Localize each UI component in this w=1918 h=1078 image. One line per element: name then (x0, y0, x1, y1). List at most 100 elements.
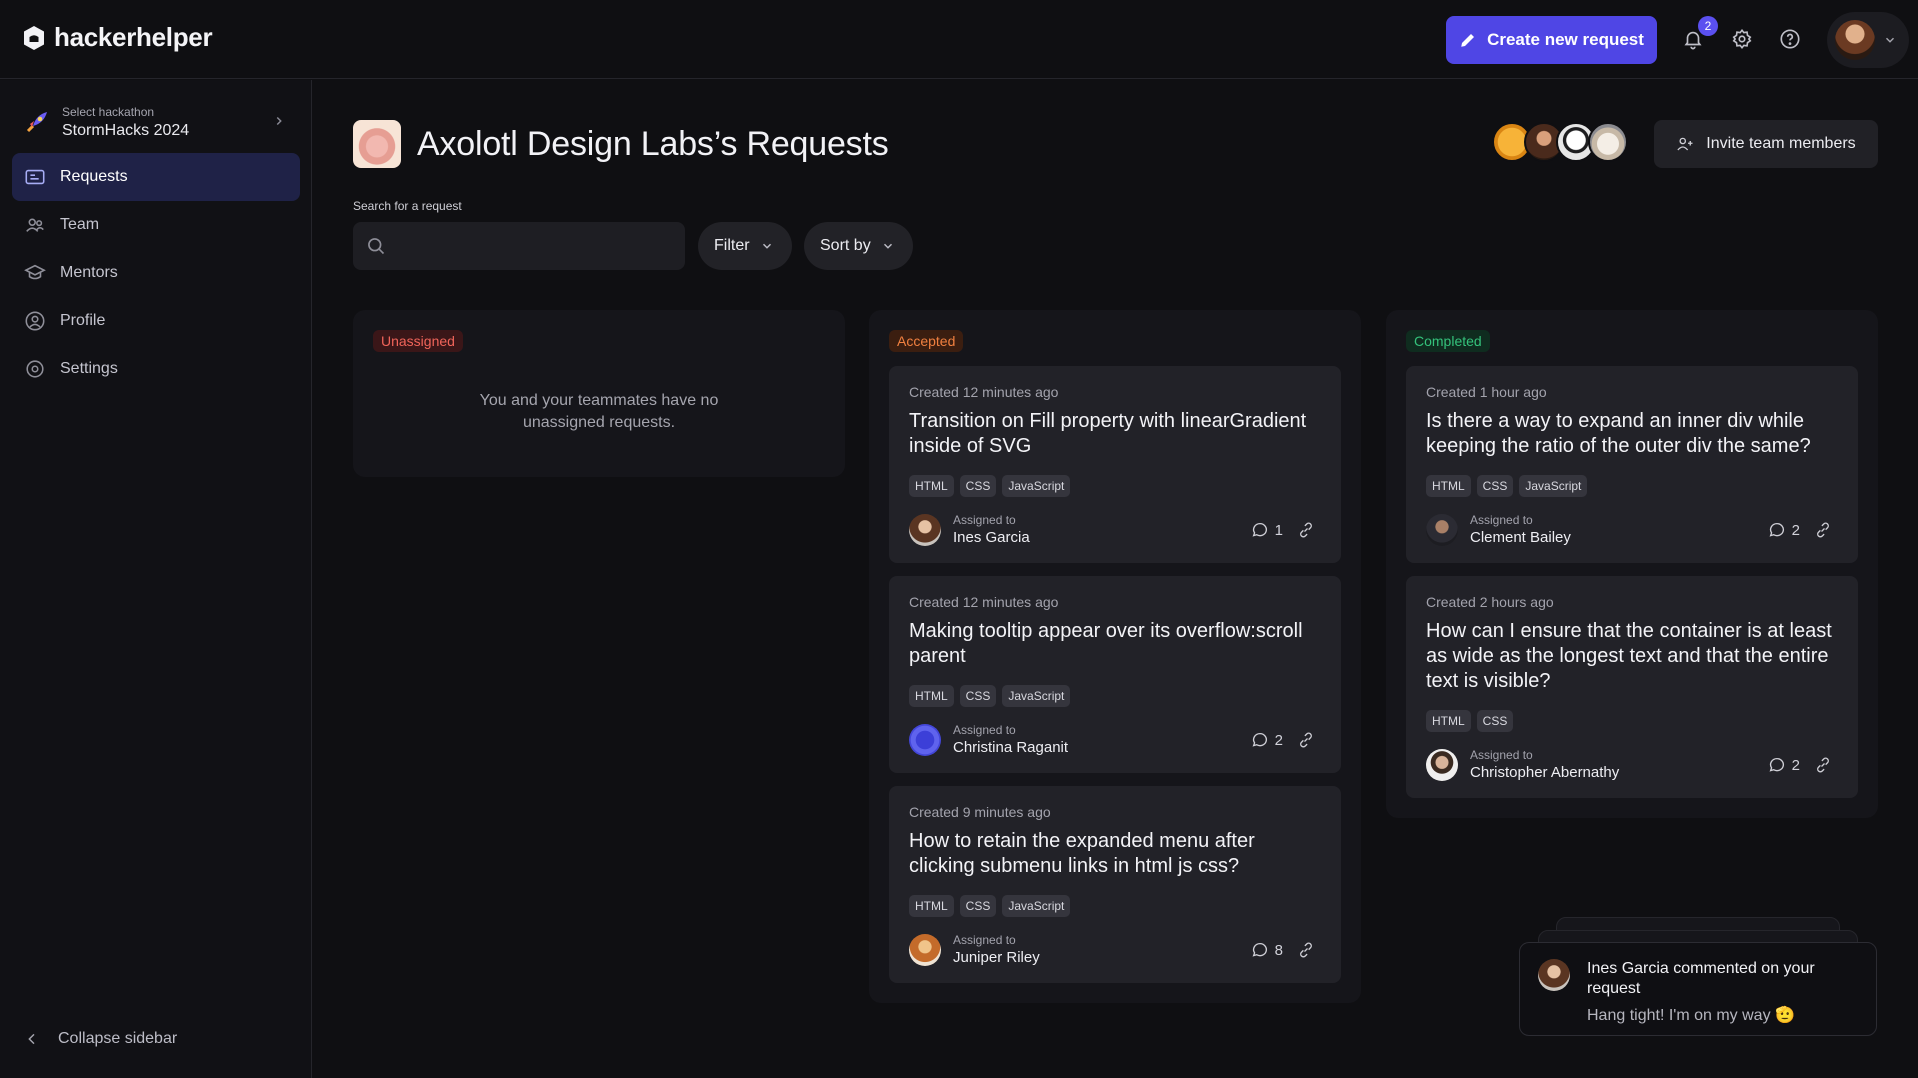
comments-button[interactable]: 2 (1251, 731, 1283, 749)
page-header: Axolotl Design Labs’s Requests (353, 120, 889, 168)
tag-list: HTML CSS JavaScript (909, 895, 1071, 917)
copy-link-button[interactable] (1297, 941, 1315, 959)
card-actions: 1 (1251, 521, 1315, 539)
hackathon-selector[interactable]: Select hackathon StormHacks 2024 (12, 94, 300, 150)
tag: CSS (1476, 475, 1514, 497)
sidebar-item-label: Mentors (60, 264, 118, 281)
avatar (1426, 748, 1458, 781)
avatar (1835, 20, 1875, 60)
link-icon (1817, 757, 1829, 773)
comments-button[interactable]: 2 (1768, 521, 1800, 539)
user-circle-icon (24, 310, 46, 332)
assignee: Assigned to Ines Garcia (909, 513, 1030, 546)
column-accepted: Accepted Created 12 minutes ago Transiti… (869, 310, 1361, 1003)
sidebar-item-mentors[interactable]: Mentors (12, 249, 300, 297)
invite-team-members-button[interactable]: Invite team members (1654, 120, 1878, 168)
comment-icon (1769, 522, 1784, 537)
created-time: Created 1 hour ago (1426, 384, 1547, 400)
create-request-button[interactable]: Create new request (1446, 16, 1657, 64)
sidebar-item-label: Team (60, 216, 100, 233)
search-input[interactable] (353, 222, 685, 270)
comments-button[interactable]: 2 (1768, 756, 1800, 774)
sidebar-item-requests[interactable]: Requests (12, 153, 300, 201)
assignee: Assigned to Christopher Abernathy (1426, 748, 1619, 781)
avatar (1538, 959, 1570, 991)
sidebar-item-team[interactable]: Team (12, 201, 300, 249)
search-label: Search for a request (353, 199, 462, 213)
comments-button[interactable]: 8 (1251, 941, 1283, 959)
tag: CSS (959, 685, 997, 707)
app-name: hackerhelper (54, 22, 213, 52)
tag: JavaScript (1002, 475, 1071, 497)
team-icon (24, 214, 46, 236)
collapse-sidebar-button[interactable]: Collapse sidebar (24, 1030, 177, 1048)
notifications-button[interactable]: 2 (1680, 16, 1718, 52)
status-badge: Unassigned (373, 330, 463, 352)
app-logo[interactable]: hackerhelper (22, 22, 213, 53)
request-card[interactable]: Created 1 hour ago Is there a way to exp… (1406, 366, 1858, 563)
comment-count: 2 (1791, 521, 1800, 539)
tag: JavaScript (1519, 475, 1588, 497)
assignee: Assigned to Christina Raganit (909, 723, 1068, 756)
sidebar-item-label: Settings (60, 360, 118, 377)
avatar (1588, 122, 1628, 162)
tag: JavaScript (1002, 685, 1071, 707)
column-unassigned: Unassigned You and your teammates have n… (353, 310, 845, 477)
gear-icon (1732, 28, 1752, 50)
filter-dropdown[interactable]: Filter (698, 222, 792, 270)
comments-button[interactable]: 1 (1251, 521, 1283, 539)
copy-link-button[interactable] (1297, 731, 1315, 749)
request-card[interactable]: Created 9 minutes ago How to retain the … (889, 786, 1341, 983)
search-icon (368, 238, 385, 255)
comment-count: 8 (1274, 941, 1283, 959)
card-actions: 2 (1768, 756, 1832, 774)
comment-notification-toast[interactable]: Ines Garcia commented on your request Ha… (1519, 942, 1877, 1036)
assignee-name: Juniper Riley (953, 949, 1040, 966)
created-time: Created 12 minutes ago (909, 594, 1059, 610)
settings-button[interactable] (1729, 26, 1755, 52)
request-card[interactable]: Created 12 minutes ago Transition on Fil… (889, 366, 1341, 563)
comment-icon (1252, 732, 1267, 747)
assignee-name: Christina Raganit (953, 739, 1069, 756)
help-button[interactable] (1777, 26, 1803, 52)
assignee: Assigned to Juniper Riley (909, 933, 1040, 966)
copy-link-button[interactable] (1814, 756, 1832, 774)
request-title: Is there a way to expand an inner div wh… (1426, 410, 1811, 457)
assignee-name: Christopher Abernathy (1470, 764, 1620, 781)
team-avatars[interactable] (1492, 122, 1628, 162)
invite-label: Invite team members (1706, 135, 1856, 152)
request-title: Making tooltip appear over its overflow:… (909, 620, 1303, 667)
comment-count: 1 (1274, 521, 1283, 539)
created-time: Created 9 minutes ago (909, 804, 1051, 820)
sidebar: Select hackathon StormHacks 2024 Request… (0, 80, 312, 1078)
assigned-label: Assigned to (1470, 748, 1533, 762)
tag: CSS (959, 475, 997, 497)
assigned-label: Assigned to (953, 723, 1016, 737)
sort-label: Sort by (820, 237, 871, 254)
tag: JavaScript (1002, 895, 1071, 917)
sidebar-item-profile[interactable]: Profile (12, 297, 300, 345)
assigned-label: Assigned to (953, 933, 1016, 947)
copy-link-button[interactable] (1814, 521, 1832, 539)
toast-title: Ines Garcia commented on your request (1587, 960, 1815, 997)
sort-dropdown[interactable]: Sort by (804, 222, 913, 270)
request-card[interactable]: Created 12 minutes ago Making tooltip ap… (889, 576, 1341, 773)
comment-icon (1769, 757, 1784, 772)
tag: HTML (1426, 710, 1471, 732)
sidebar-item-settings[interactable]: Settings (12, 345, 300, 393)
assignee: Assigned to Clement Bailey (1426, 513, 1571, 546)
link-icon (1300, 732, 1312, 748)
request-card[interactable]: Created 2 hours ago How can I ensure tha… (1406, 576, 1858, 798)
create-request-label: Create new request (1487, 30, 1644, 49)
chevron-down-icon (762, 243, 771, 249)
user-menu[interactable] (1827, 12, 1909, 68)
tag: HTML (909, 475, 954, 497)
created-time: Created 2 hours ago (1426, 594, 1554, 610)
sidebar-item-label: Profile (60, 312, 106, 329)
column-completed: Completed Created 1 hour ago Is there a … (1386, 310, 1878, 818)
copy-link-button[interactable] (1297, 521, 1315, 539)
tag: CSS (1476, 710, 1514, 732)
chevron-down-icon (1885, 37, 1895, 43)
ticket-icon (24, 166, 46, 188)
link-icon (1300, 942, 1312, 958)
